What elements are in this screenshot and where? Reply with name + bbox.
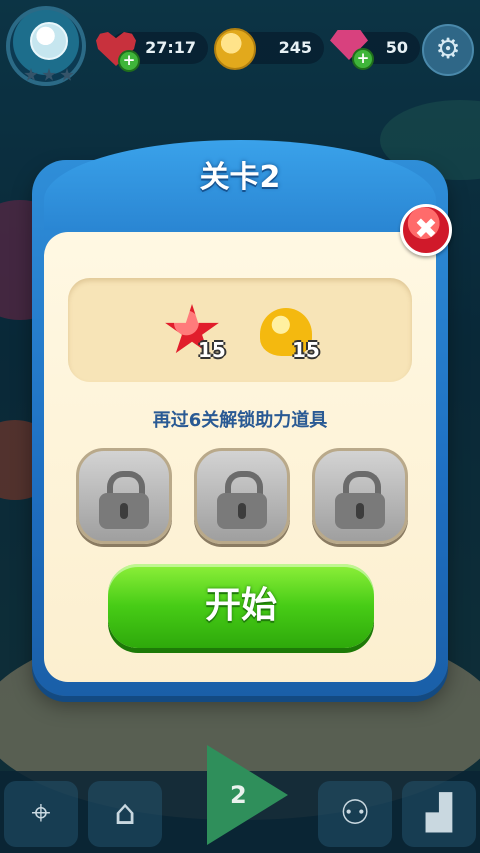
- level-dialog: 关卡2 ✖ 15 15 再过6关解锁助力道具 开始: [32, 140, 452, 696]
- lock-icon-keyhole: [120, 503, 128, 519]
- star-icon: [42, 68, 56, 81]
- lives-timer: 27:17: [145, 38, 196, 57]
- team-icon: ⚇: [339, 793, 371, 833]
- coin-icon: [214, 28, 256, 70]
- start-button[interactable]: 开始: [108, 564, 374, 648]
- lock-icon-keyhole: [356, 503, 364, 519]
- nav-play-button[interactable]: 2: [198, 745, 288, 845]
- nav-team-button[interactable]: ⚇: [318, 781, 392, 847]
- close-button[interactable]: ✖: [400, 204, 452, 256]
- star-icon: [24, 68, 38, 81]
- settings-button[interactable]: ⚙: [422, 24, 474, 76]
- goal-count: 15: [292, 338, 320, 362]
- goal-item: 15: [164, 304, 226, 364]
- fishbowl-icon: [30, 22, 68, 60]
- avatar-stars: [24, 68, 74, 82]
- bottom-nav: ⌖ ⌂ 2 ⚇ ▟: [0, 745, 480, 853]
- locked-booster-slot[interactable]: [76, 448, 172, 544]
- gear-icon: ⚙: [435, 32, 461, 65]
- level-goals-panel: 15 15: [68, 278, 412, 382]
- shop-icon: ⌂: [114, 793, 136, 833]
- current-level-number: 2: [230, 781, 247, 809]
- gem-amount: 50: [385, 38, 408, 57]
- leaderboard-icon: ▟: [425, 793, 453, 833]
- coin-amount: 245: [278, 38, 312, 57]
- lives-indicator: +: [96, 32, 140, 72]
- add-lives-button[interactable]: +: [118, 50, 140, 72]
- star-icon: [60, 68, 74, 81]
- gem-indicator: +: [330, 30, 374, 70]
- level-title: 关卡2: [199, 160, 281, 195]
- booster-unlock-text: 再过6关解锁助力道具: [152, 410, 328, 431]
- top-bar: 27:17 + 245 50 + ⚙: [0, 0, 480, 100]
- goal-count: 15: [198, 338, 226, 362]
- add-gems-button[interactable]: +: [352, 48, 374, 70]
- player-avatar[interactable]: [6, 6, 86, 86]
- goal-item: 15: [258, 304, 320, 364]
- locked-booster-slot[interactable]: [194, 448, 290, 544]
- locked-booster-slot[interactable]: [312, 448, 408, 544]
- nav-leaderboard-button[interactable]: ▟: [402, 781, 476, 847]
- nav-shop-button[interactable]: ⌂: [88, 781, 162, 847]
- map-icon: ⌖: [31, 793, 51, 833]
- lock-icon-keyhole: [238, 503, 246, 519]
- dialog-header: 关卡2: [44, 140, 436, 230]
- nav-map-button[interactable]: ⌖: [4, 781, 78, 847]
